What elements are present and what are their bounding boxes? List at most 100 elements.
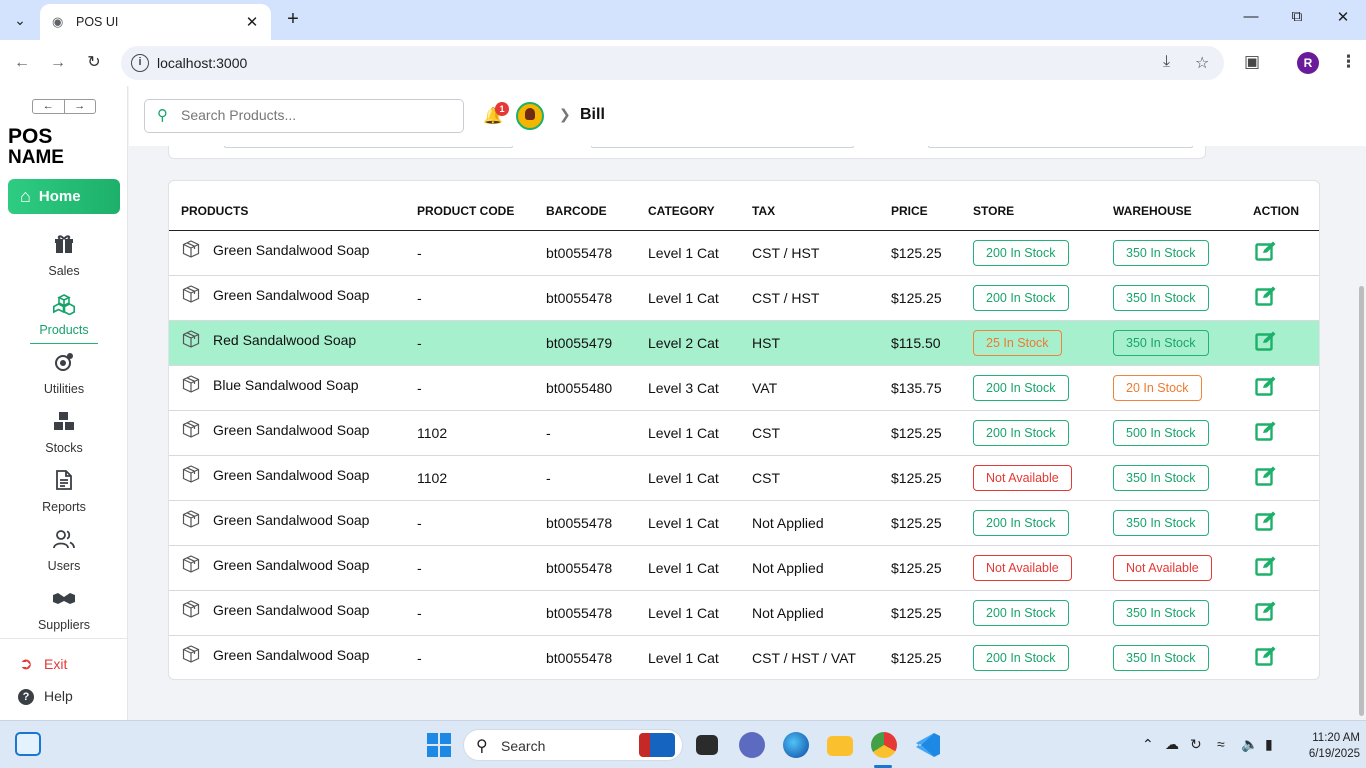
back-arrow-icon[interactable]: ← (33, 100, 65, 113)
forward-arrow-icon[interactable]: → (65, 100, 96, 113)
column-header[interactable]: STORE (961, 181, 1101, 231)
user-avatar[interactable] (516, 102, 544, 130)
back-arrow-icon[interactable]: ← (10, 51, 34, 75)
table-row[interactable]: Green Sandalwood Soap - bt0055478 Level 1 C… (169, 635, 1319, 679)
table-row[interactable]: Green Sandalwood Soap 1102- Level 1 Cat CST… (169, 455, 1319, 501)
sync-icon[interactable]: ↻ (1190, 736, 1202, 753)
window-close-icon[interactable]: ✕ (1328, 8, 1358, 26)
sidebar-item-stocks[interactable]: Stocks (30, 411, 98, 466)
home-button[interactable]: ⌂ Home (8, 179, 120, 214)
edit-icon[interactable] (1255, 555, 1277, 577)
table-row[interactable]: Green Sandalwood Soap - bt0055478 Level 1 C… (169, 500, 1319, 546)
meet-app-icon[interactable] (739, 732, 765, 758)
chrome-browser-icon[interactable] (871, 732, 897, 758)
volume-icon[interactable]: 🔈 (1241, 736, 1258, 753)
taskbar-search[interactable]: ⚲ Search (463, 729, 683, 761)
column-header[interactable]: CATEGORY (636, 181, 740, 231)
filter-field[interactable] (928, 146, 1193, 148)
wifi-icon[interactable]: ≈ (1217, 736, 1225, 752)
widgets-icon[interactable] (15, 732, 41, 756)
sidebar-item-utilities[interactable]: Utilities (30, 352, 98, 407)
edit-icon[interactable] (1255, 510, 1277, 532)
bookmark-star-icon[interactable]: ☆ (1195, 53, 1209, 73)
new-tab-icon[interactable]: + (282, 8, 304, 30)
profile-avatar[interactable]: R (1297, 52, 1319, 74)
reload-icon[interactable]: ↻ (82, 51, 106, 75)
edit-icon[interactable] (1255, 645, 1277, 667)
tax-cell: CST (740, 455, 879, 501)
maximize-icon[interactable]: ⧉ (1282, 8, 1312, 25)
exit-button[interactable]: ➲ Exit (16, 654, 67, 674)
taskbar-clock[interactable]: 11:20 AM 6/19/2025 (1288, 730, 1360, 762)
table-row[interactable]: Blue Sandalwood Soap - bt0055480 Level 3 Ca… (169, 365, 1319, 411)
price-cell: $135.75 (879, 365, 961, 411)
filter-field[interactable] (224, 146, 513, 148)
table-row[interactable]: Green Sandalwood Soap 1102- Level 1 Cat CST… (169, 410, 1319, 456)
column-header[interactable]: PRICE (879, 181, 961, 231)
help-button[interactable]: ? Help (16, 687, 73, 705)
category-cell: Level 1 Cat (636, 455, 740, 501)
product-box-icon (181, 284, 201, 307)
edit-icon[interactable] (1255, 600, 1277, 622)
edge-browser-icon[interactable] (783, 732, 809, 758)
warehouse-stock-badge: 350 In Stock (1113, 599, 1209, 626)
url-text[interactable]: localhost:3000 (157, 55, 247, 71)
store-stock-badge: 200 In Stock (973, 284, 1069, 311)
exit-icon: ➲ (19, 656, 33, 673)
edit-icon[interactable] (1255, 330, 1277, 352)
column-header[interactable]: ACTION (1241, 181, 1319, 231)
barcode-cell: bt0055478 (534, 500, 636, 546)
barcode-cell: bt0055478 (534, 590, 636, 636)
browser-tab[interactable]: ◉ POS UI ✕ (40, 4, 271, 40)
table-row[interactable]: Red Sandalwood Soap - bt0055479 Level 2 Cat… (169, 320, 1319, 366)
tray-chevron-up-icon[interactable]: ⌃ (1142, 736, 1154, 753)
sidebar-item-suppliers[interactable]: Suppliers (30, 588, 98, 643)
sidebar-item-products[interactable]: Products (30, 293, 98, 344)
product-cell: Blue Sandalwood Soap (169, 365, 405, 411)
scrollbar-thumb[interactable] (1359, 286, 1364, 716)
vscode-icon[interactable] (915, 732, 941, 758)
install-app-icon[interactable]: ⤓ (1163, 53, 1170, 71)
column-header[interactable]: TAX (740, 181, 879, 231)
clock-date: 6/19/2025 (1308, 748, 1360, 760)
price-cell: $125.25 (879, 455, 961, 501)
edit-icon[interactable] (1255, 285, 1277, 307)
sidebar-item-sales[interactable]: Sales (30, 234, 98, 289)
edit-icon[interactable] (1255, 375, 1277, 397)
edit-icon[interactable] (1255, 240, 1277, 262)
task-view-icon[interactable] (696, 735, 718, 755)
product-search[interactable]: ⚲ (144, 99, 464, 133)
edit-icon[interactable] (1255, 465, 1277, 487)
product-box-icon (181, 554, 201, 577)
category-cell: Level 1 Cat (636, 590, 740, 636)
forward-arrow-icon[interactable]: → (46, 51, 70, 75)
windows-start-icon[interactable] (427, 733, 451, 757)
site-info-icon[interactable]: i (131, 54, 149, 72)
tab-search-chevron-icon[interactable]: ⌄ (6, 6, 34, 34)
table-row[interactable]: Green Sandalwood Soap - bt0055478 Level 1 C… (169, 230, 1319, 276)
column-header[interactable]: PRODUCT CODE (405, 181, 534, 231)
extensions-puzzle-icon[interactable]: ▣ (1244, 52, 1260, 72)
product-cell: Red Sandalwood Soap (169, 320, 405, 366)
product-name: Green Sandalwood Soap (213, 286, 370, 303)
sidebar-item-users[interactable]: Users (30, 529, 98, 584)
omnibox[interactable]: i localhost:3000 ⤓ ☆ (121, 46, 1224, 80)
page-scrollbar[interactable] (1357, 146, 1366, 720)
table-row[interactable]: Green Sandalwood Soap - bt0055478 Level 1 C… (169, 590, 1319, 636)
battery-icon[interactable]: ▮ (1265, 736, 1273, 753)
search-input[interactable] (181, 107, 451, 123)
column-header[interactable]: BARCODE (534, 181, 636, 231)
tab-close-icon[interactable]: ✕ (243, 13, 261, 31)
sidebar-item-reports[interactable]: Reports (30, 470, 98, 525)
table-row[interactable]: Green Sandalwood Soap - bt0055478 Level 1 C… (169, 545, 1319, 591)
column-header[interactable]: WAREHOUSE (1101, 181, 1241, 231)
table-row[interactable]: Green Sandalwood Soap - bt0055478 Level 1 C… (169, 275, 1319, 321)
minimize-icon[interactable]: — (1236, 8, 1266, 25)
store-stock-badge: 200 In Stock (973, 644, 1069, 671)
edit-icon[interactable] (1255, 420, 1277, 442)
chrome-menu-icon[interactable]: ⋮ (1340, 52, 1357, 72)
filter-field[interactable] (591, 146, 854, 148)
file-explorer-icon[interactable] (827, 736, 853, 756)
onedrive-cloud-icon[interactable]: ☁ (1165, 736, 1179, 753)
column-header[interactable]: PRODUCTS (169, 181, 405, 231)
